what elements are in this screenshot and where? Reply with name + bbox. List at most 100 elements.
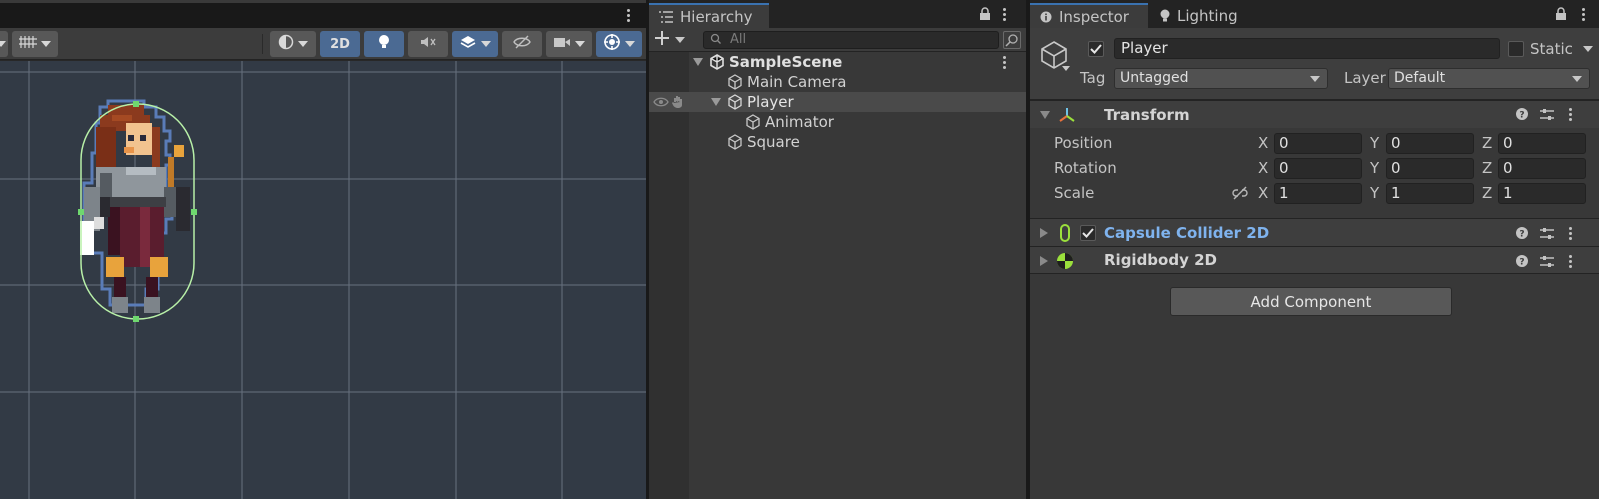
- hierarchy-menu-icon[interactable]: [997, 6, 1011, 22]
- svg-text:?: ?: [1519, 111, 1524, 121]
- rigidbody-2d-header[interactable]: Rigidbody 2D ?: [1030, 246, 1599, 274]
- layer-label: Layer: [1344, 69, 1386, 87]
- foldout-expanded-icon[interactable]: [711, 98, 721, 106]
- constrain-proportions-link-icon[interactable]: [1232, 186, 1248, 200]
- video-camera-icon: [553, 36, 571, 52]
- help-icon[interactable]: ?: [1516, 108, 1528, 120]
- hierarchy-row-player[interactable]: Player: [649, 92, 1026, 112]
- icon-picker-caret-icon[interactable]: [1062, 66, 1070, 71]
- layer-dropdown[interactable]: Default: [1388, 68, 1590, 89]
- search-scene-icon: [1004, 34, 1020, 52]
- capsule-collider-enabled-checkbox[interactable]: [1080, 225, 1096, 241]
- rotation-x-field[interactable]: 0: [1274, 158, 1362, 179]
- scene-viewport[interactable]: [0, 61, 646, 499]
- help-icon[interactable]: ?: [1516, 227, 1528, 239]
- gizmos-button[interactable]: [596, 31, 642, 57]
- gizmos-globe-icon: [603, 33, 621, 55]
- rotation-y-field[interactable]: 0: [1386, 158, 1474, 179]
- capsule-collider-2d-header[interactable]: Capsule Collider 2D ?: [1030, 218, 1599, 246]
- scene-tab-bar: [0, 0, 646, 28]
- foldout-expanded-icon[interactable]: [693, 58, 703, 66]
- rigidbody-menu-icon[interactable]: [1563, 253, 1577, 269]
- scale-z-field[interactable]: 1: [1498, 183, 1586, 204]
- layer-value: Default: [1394, 70, 1446, 86]
- hierarchy-row-main-camera[interactable]: Main Camera: [649, 72, 1026, 92]
- transform-menu-icon[interactable]: [1563, 106, 1577, 122]
- create-object-button[interactable]: [655, 30, 689, 50]
- tab-inspector-label: Inspector: [1059, 7, 1129, 26]
- draw-mode-button[interactable]: [270, 31, 316, 57]
- scene-view-panel: 2D: [0, 0, 646, 499]
- tab-hierarchy-label: Hierarchy: [680, 7, 753, 26]
- inspector-menu-icon[interactable]: [1576, 6, 1590, 22]
- hierarchy-item-label: SampleScene: [729, 53, 843, 71]
- add-component-button[interactable]: Add Component: [1170, 287, 1452, 316]
- scene-lighting-toggle[interactable]: [364, 31, 404, 57]
- presets-sliders-icon[interactable]: [1540, 255, 1554, 269]
- scale-x-field[interactable]: 1: [1274, 183, 1362, 204]
- rotation-z-field[interactable]: 0: [1498, 158, 1586, 179]
- scale-y-label: Y: [1370, 184, 1380, 202]
- static-dropdown-caret-icon[interactable]: [1583, 46, 1593, 52]
- hierarchy-search-input[interactable]: All: [703, 31, 999, 49]
- position-z-field[interactable]: 0: [1498, 133, 1586, 154]
- hierarchy-row-animator[interactable]: Animator: [649, 112, 1026, 132]
- transform-component-header[interactable]: Transform ?: [1030, 100, 1599, 128]
- tab-inspector[interactable]: Inspector: [1030, 3, 1148, 28]
- position-y-field[interactable]: 0: [1386, 133, 1474, 154]
- 2d-mode-toggle[interactable]: 2D: [320, 31, 360, 57]
- capsule-collider-menu-icon[interactable]: [1563, 225, 1577, 241]
- rotation-label: Rotation: [1054, 159, 1117, 177]
- capsule-collider-icon: [1060, 224, 1070, 242]
- info-icon: [1040, 11, 1052, 23]
- presets-sliders-icon[interactable]: [1540, 108, 1554, 122]
- scene-camera-button[interactable]: [546, 31, 592, 57]
- rigidbody-title: Rigidbody 2D: [1104, 251, 1217, 269]
- gameobject-header: Player Static Tag Untagged Layer Default: [1030, 28, 1599, 100]
- help-icon[interactable]: ?: [1516, 255, 1528, 267]
- foldout-expanded-icon[interactable]: [1040, 111, 1050, 119]
- tag-dropdown[interactable]: Untagged: [1114, 68, 1328, 89]
- grid-visibility-button[interactable]: [12, 31, 58, 57]
- rotation-x-label: X: [1258, 159, 1269, 177]
- pickability-hand-icon[interactable]: [671, 95, 685, 109]
- hierarchy-row-square[interactable]: Square: [649, 132, 1026, 152]
- scene-search-mode-button[interactable]: [1003, 31, 1021, 49]
- tag-value: Untagged: [1120, 70, 1189, 86]
- scene-visibility-toggle[interactable]: [502, 31, 542, 57]
- gameobject-name-field[interactable]: Player: [1114, 38, 1500, 59]
- hierarchy-list-icon: [659, 10, 673, 23]
- hierarchy-lock-icon[interactable]: [979, 7, 991, 21]
- position-z-label: Z: [1482, 134, 1493, 152]
- visibility-eye-icon[interactable]: [653, 96, 669, 108]
- hierarchy-row-samplescene[interactable]: SampleScene: [649, 52, 1026, 72]
- scene-panel-menu-icon[interactable]: [621, 7, 635, 23]
- inspector-lock-icon[interactable]: [1555, 7, 1567, 21]
- tab-lighting-label: Lighting: [1177, 6, 1238, 25]
- gameobject-cube-icon: [727, 74, 743, 90]
- foldout-collapsed-icon[interactable]: [1040, 256, 1048, 266]
- static-checkbox[interactable]: [1508, 41, 1524, 57]
- checkmark-icon: [1082, 228, 1094, 238]
- gameobject-cube-icon: [727, 94, 743, 110]
- hierarchy-tab-bar: Hierarchy: [649, 0, 1026, 28]
- foldout-collapsed-icon[interactable]: [1040, 228, 1048, 238]
- scale-y-field[interactable]: 1: [1386, 183, 1474, 204]
- hierarchy-item-label: Player: [747, 93, 794, 111]
- position-x-field[interactable]: 0: [1274, 133, 1362, 154]
- tab-lighting[interactable]: Lighting: [1150, 3, 1260, 28]
- scene-row-menu-icon[interactable]: [997, 54, 1011, 70]
- scene-audio-toggle[interactable]: [408, 31, 448, 57]
- grid-snap-caret-button[interactable]: [0, 31, 8, 57]
- hierarchy-item-label: Animator: [765, 113, 834, 131]
- tab-hierarchy[interactable]: Hierarchy: [649, 3, 769, 28]
- gameobject-active-checkbox[interactable]: [1088, 41, 1104, 57]
- scene-effects-button[interactable]: [452, 31, 498, 57]
- gameobject-cube-icon: [727, 134, 743, 150]
- plus-icon: [655, 31, 669, 49]
- capsule-collider-title[interactable]: Capsule Collider 2D: [1104, 224, 1269, 242]
- hierarchy-toolbar: All: [649, 28, 1026, 52]
- audio-muted-icon: [420, 35, 436, 53]
- presets-sliders-icon[interactable]: [1540, 227, 1554, 241]
- static-label: Static: [1530, 40, 1573, 58]
